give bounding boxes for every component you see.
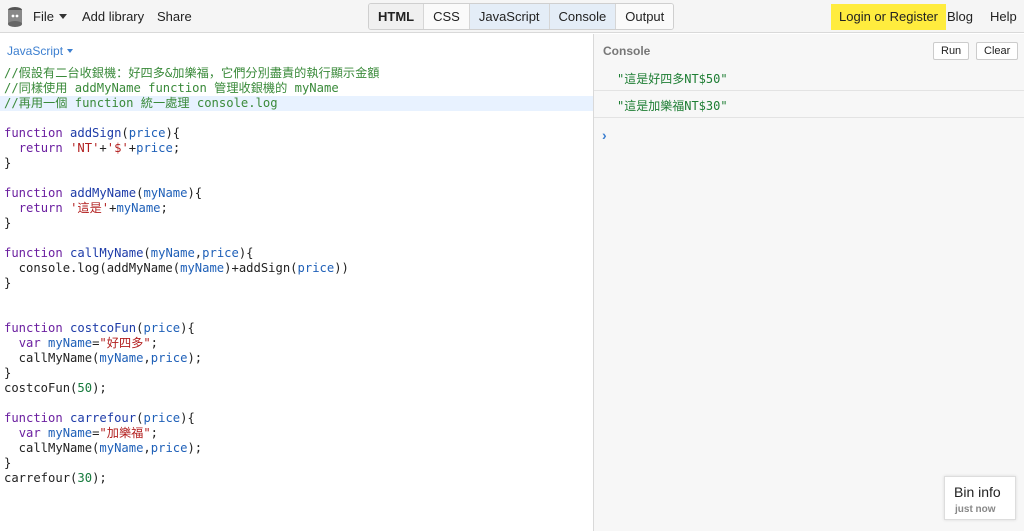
code-line[interactable]: [0, 231, 593, 246]
code-line[interactable]: }: [0, 456, 593, 471]
code-line[interactable]: function addSign(price){: [0, 126, 593, 141]
clear-button[interactable]: Clear: [976, 42, 1019, 60]
code-line[interactable]: callMyName(myName,price);: [0, 351, 593, 366]
code-line[interactable]: }: [0, 366, 593, 381]
file-menu[interactable]: File: [33, 9, 67, 24]
code-line[interactable]: function carrefour(price){: [0, 411, 593, 426]
code-line[interactable]: callMyName(myName,price);: [0, 441, 593, 456]
login-register-button[interactable]: Login or Register: [831, 4, 946, 30]
tab-html[interactable]: HTML: [369, 4, 425, 29]
code-line[interactable]: function callMyName(myName,price){: [0, 246, 593, 261]
divider: [594, 117, 1024, 118]
code-line[interactable]: }: [0, 276, 593, 291]
code-line[interactable]: [0, 306, 593, 321]
file-menu-label: File: [33, 9, 54, 24]
code-line[interactable]: carrefour(30);: [0, 471, 593, 486]
chevron-down-icon: [58, 14, 67, 19]
code-line[interactable]: //再用一個 function 統一處理 console.log: [0, 96, 593, 111]
code-line[interactable]: [0, 396, 593, 411]
divider: [594, 90, 1024, 91]
tab-javascript[interactable]: JavaScript: [469, 4, 550, 29]
run-button[interactable]: Run: [933, 42, 970, 60]
code-line[interactable]: }: [0, 156, 593, 171]
code-line[interactable]: return '這是'+myName;: [0, 201, 593, 216]
code-line[interactable]: //同樣使用 addMyName function 管理收銀機的 myName: [0, 81, 593, 96]
code-line[interactable]: function addMyName(myName){: [0, 186, 593, 201]
tab-console[interactable]: Console: [549, 4, 617, 29]
console-panel: Console Run Clear "這是好四多NT$50" "這是加樂福NT$…: [594, 34, 1024, 531]
code-line[interactable]: return 'NT'+'$'+price;: [0, 141, 593, 156]
share-menu[interactable]: Share: [157, 9, 192, 24]
code-line[interactable]: var myName="好四多";: [0, 336, 593, 351]
code-line[interactable]: [0, 171, 593, 186]
jsbin-logo-icon[interactable]: [6, 6, 24, 27]
blog-link[interactable]: Blog: [947, 9, 973, 24]
code-line[interactable]: function costcoFun(price){: [0, 321, 593, 336]
code-line[interactable]: }: [0, 216, 593, 231]
javascript-panel[interactable]: JavaScript //假設有二台收銀機：好四多&加樂福，它們分別盡責的執行顯…: [0, 34, 593, 531]
console-prompt-icon[interactable]: ›: [602, 127, 607, 143]
top-toolbar: File Add library Share HTML CSS JavaScri…: [0, 0, 1024, 33]
code-line[interactable]: //假設有二台收銀機：好四多&加樂福，它們分別盡責的執行顯示金額: [0, 66, 593, 81]
console-output-line: "這是加樂福NT$30": [617, 99, 728, 113]
code-line[interactable]: var myName="加樂福";: [0, 426, 593, 441]
code-line[interactable]: costcoFun(50);: [0, 381, 593, 396]
code-line[interactable]: [0, 291, 593, 306]
language-label: JavaScript: [7, 44, 64, 58]
bin-info-button[interactable]: Bin info just now: [944, 476, 1016, 520]
bin-info-time: just now: [955, 504, 996, 515]
tab-css[interactable]: CSS: [424, 4, 470, 29]
console-title: Console: [603, 44, 651, 58]
console-output-line: "這是好四多NT$50": [617, 72, 728, 86]
help-link[interactable]: Help: [990, 9, 1017, 24]
code-line[interactable]: [0, 111, 593, 126]
panel-tabs: HTML CSS JavaScript Console Output: [368, 3, 675, 30]
add-library-menu[interactable]: Add library: [82, 9, 144, 24]
bin-info-title: Bin info: [954, 484, 1001, 500]
chevron-down-icon: [67, 49, 74, 53]
code-line[interactable]: console.log(addMyName(myName)+addSign(pr…: [0, 261, 593, 276]
language-selector[interactable]: JavaScript: [7, 44, 74, 58]
tab-output[interactable]: Output: [616, 4, 674, 29]
code-editor[interactable]: //假設有二台收銀機：好四多&加樂福，它們分別盡責的執行顯示金額//同樣使用 a…: [0, 66, 593, 486]
